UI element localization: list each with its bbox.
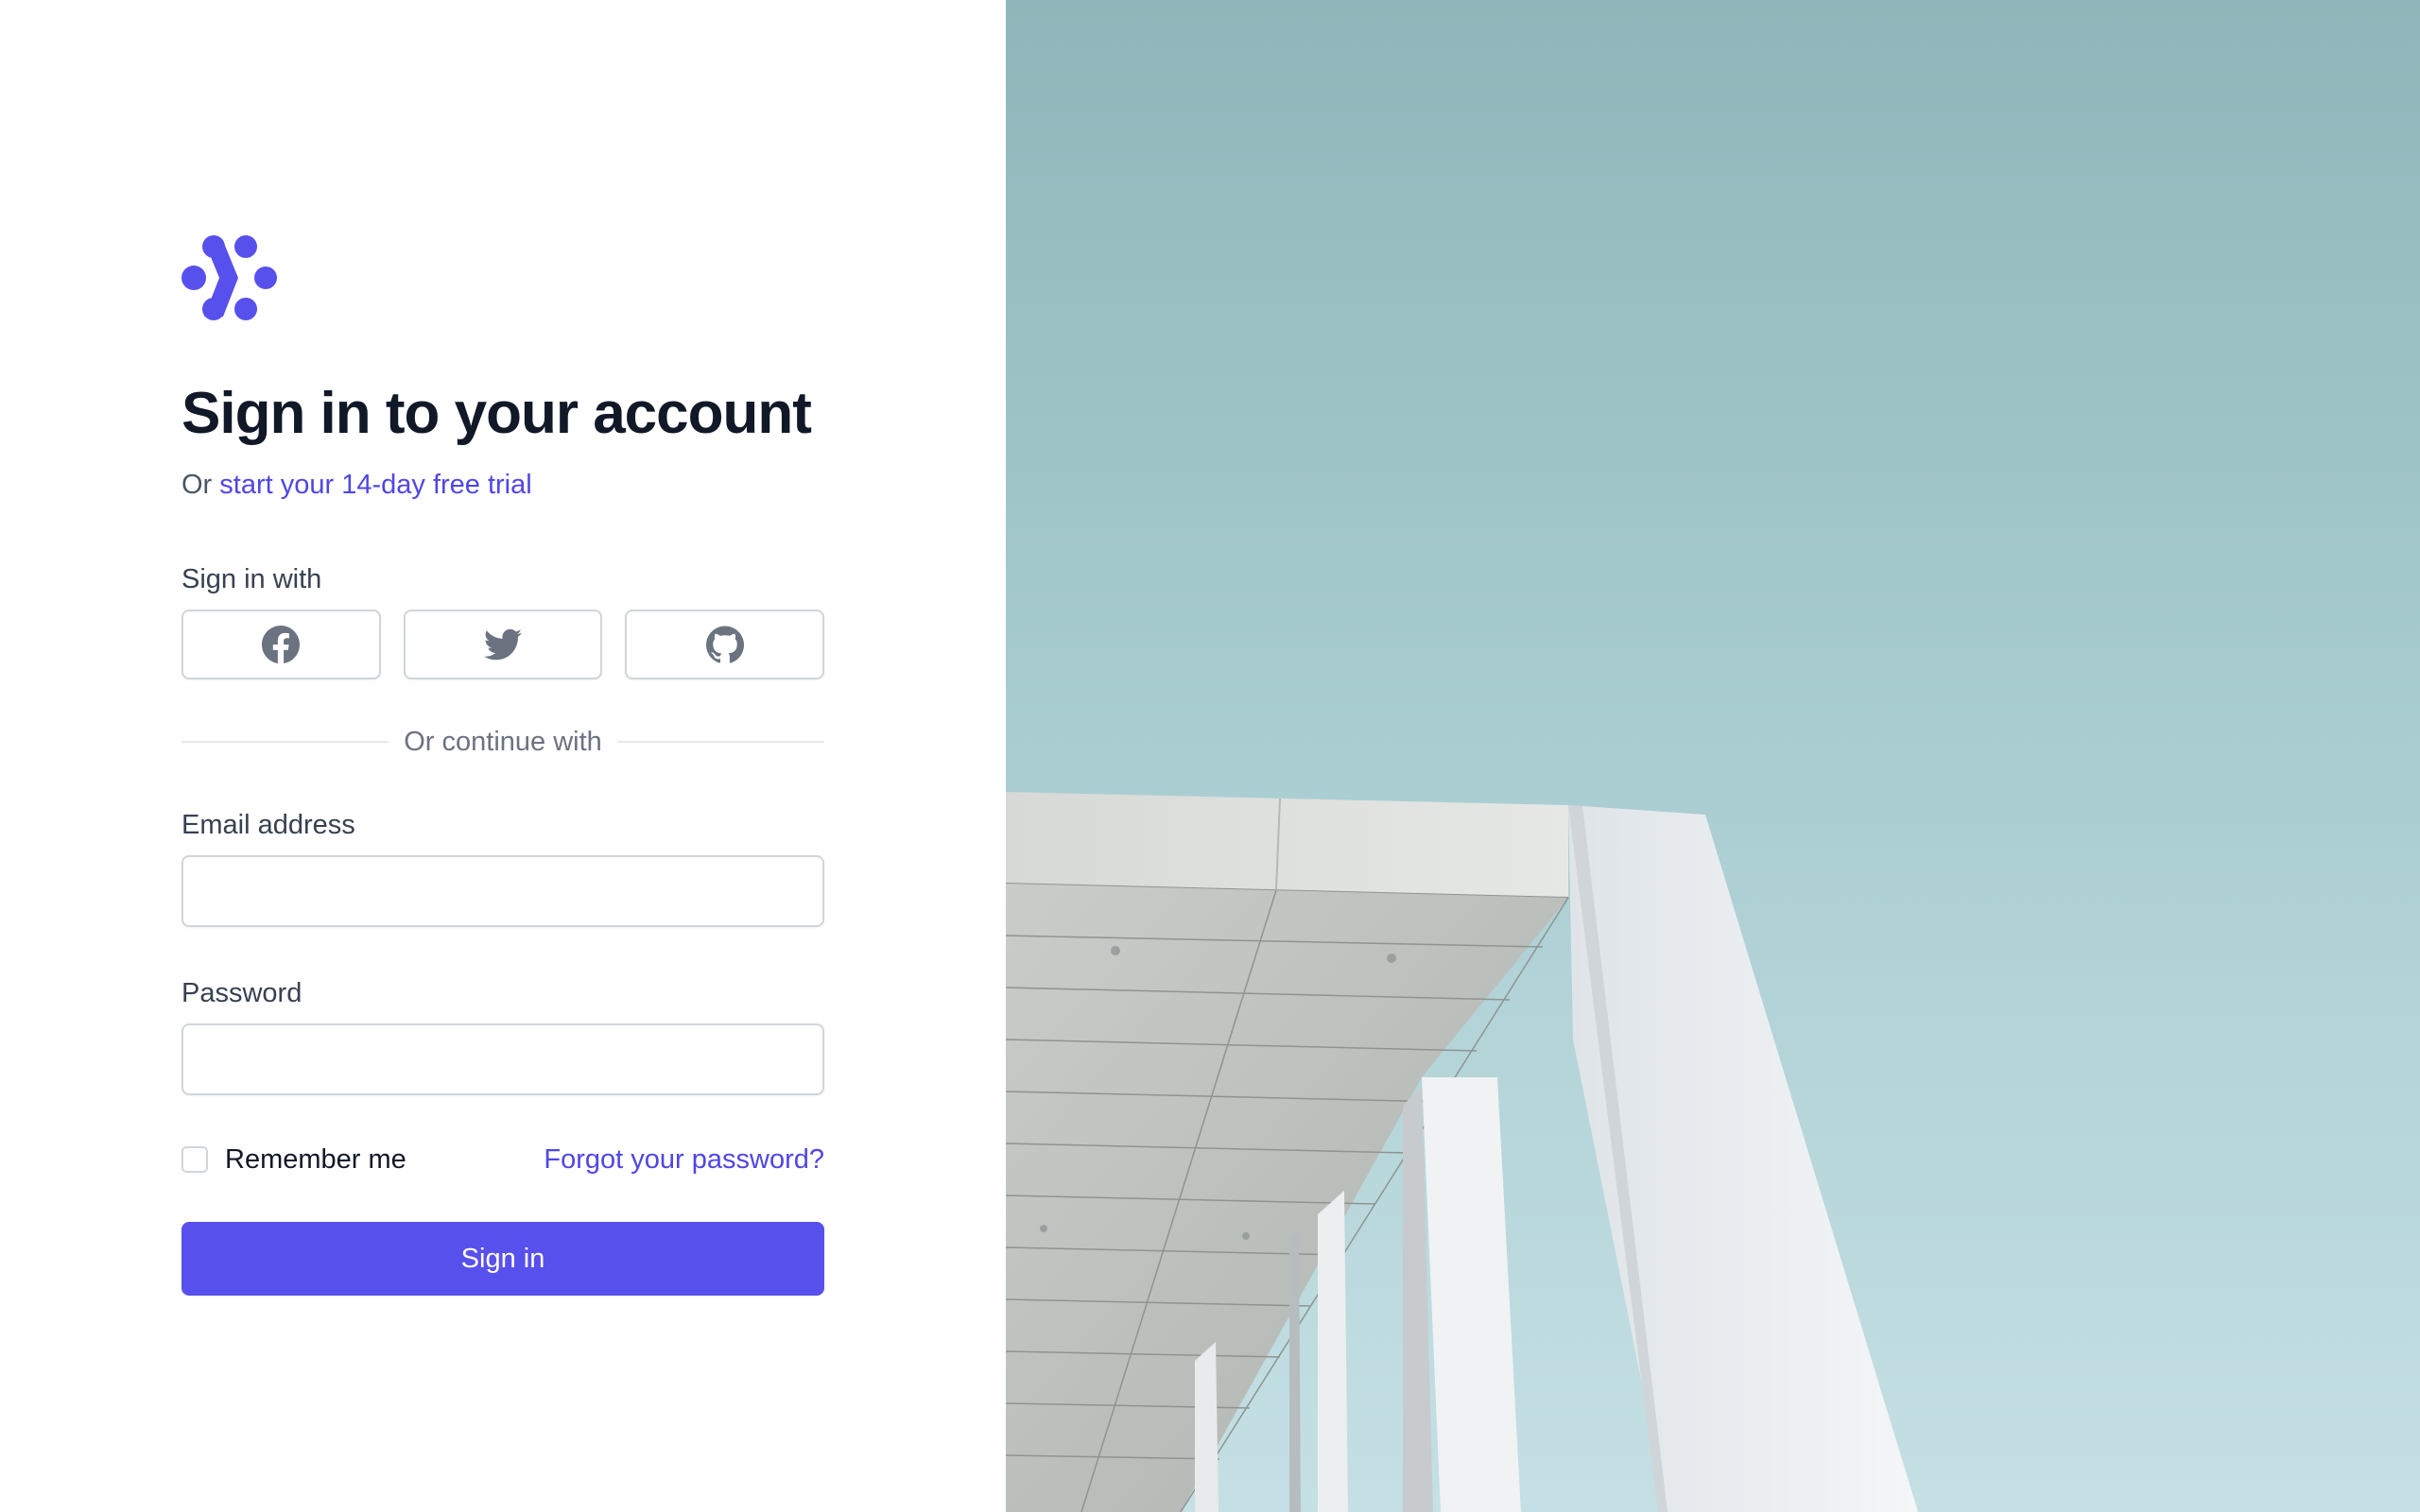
remember-me-label[interactable]: Remember me	[225, 1144, 406, 1176]
signin-panel: Sign in to your account Or start your 14…	[0, 0, 1006, 1512]
email-field[interactable]	[182, 855, 824, 927]
divider-text: Or continue with	[404, 726, 602, 757]
email-label: Email address	[182, 810, 355, 840]
free-trial-link[interactable]: start your 14-day free trial	[219, 470, 531, 500]
twitter-signin-button[interactable]	[403, 610, 603, 679]
remember-me-control: Remember me	[182, 1144, 406, 1176]
divider-line-left	[182, 741, 389, 743]
password-label: Password	[182, 978, 302, 1008]
subtitle-prefix: Or	[182, 470, 213, 500]
social-signin-label: Sign in with	[182, 564, 322, 594]
workflow-logo-icon	[182, 235, 277, 320]
signin-form: Sign in to your account Or start your 14…	[182, 234, 825, 1296]
divider-line-right	[616, 741, 825, 743]
form-options-row: Remember me Forgot your password?	[182, 1141, 824, 1178]
github-icon	[705, 626, 744, 663]
facebook-icon	[262, 626, 301, 663]
page-subtitle: Or start your 14-day free trial	[182, 467, 824, 503]
page-title: Sign in to your account	[182, 381, 812, 446]
sign-in-button[interactable]: Sign in	[182, 1222, 824, 1296]
forgot-password-link[interactable]: Forgot your password?	[544, 1144, 824, 1176]
password-field[interactable]	[182, 1023, 824, 1095]
twitter-icon	[484, 628, 522, 661]
white-building-against-sky-image	[1006, 0, 2420, 1512]
facebook-signin-button[interactable]	[182, 610, 381, 679]
remember-me-checkbox[interactable]	[182, 1146, 208, 1173]
github-signin-button[interactable]	[625, 610, 825, 679]
social-signin-buttons	[182, 610, 825, 679]
hero-image	[1006, 0, 2420, 1512]
or-continue-divider: Or continue with	[182, 725, 825, 759]
